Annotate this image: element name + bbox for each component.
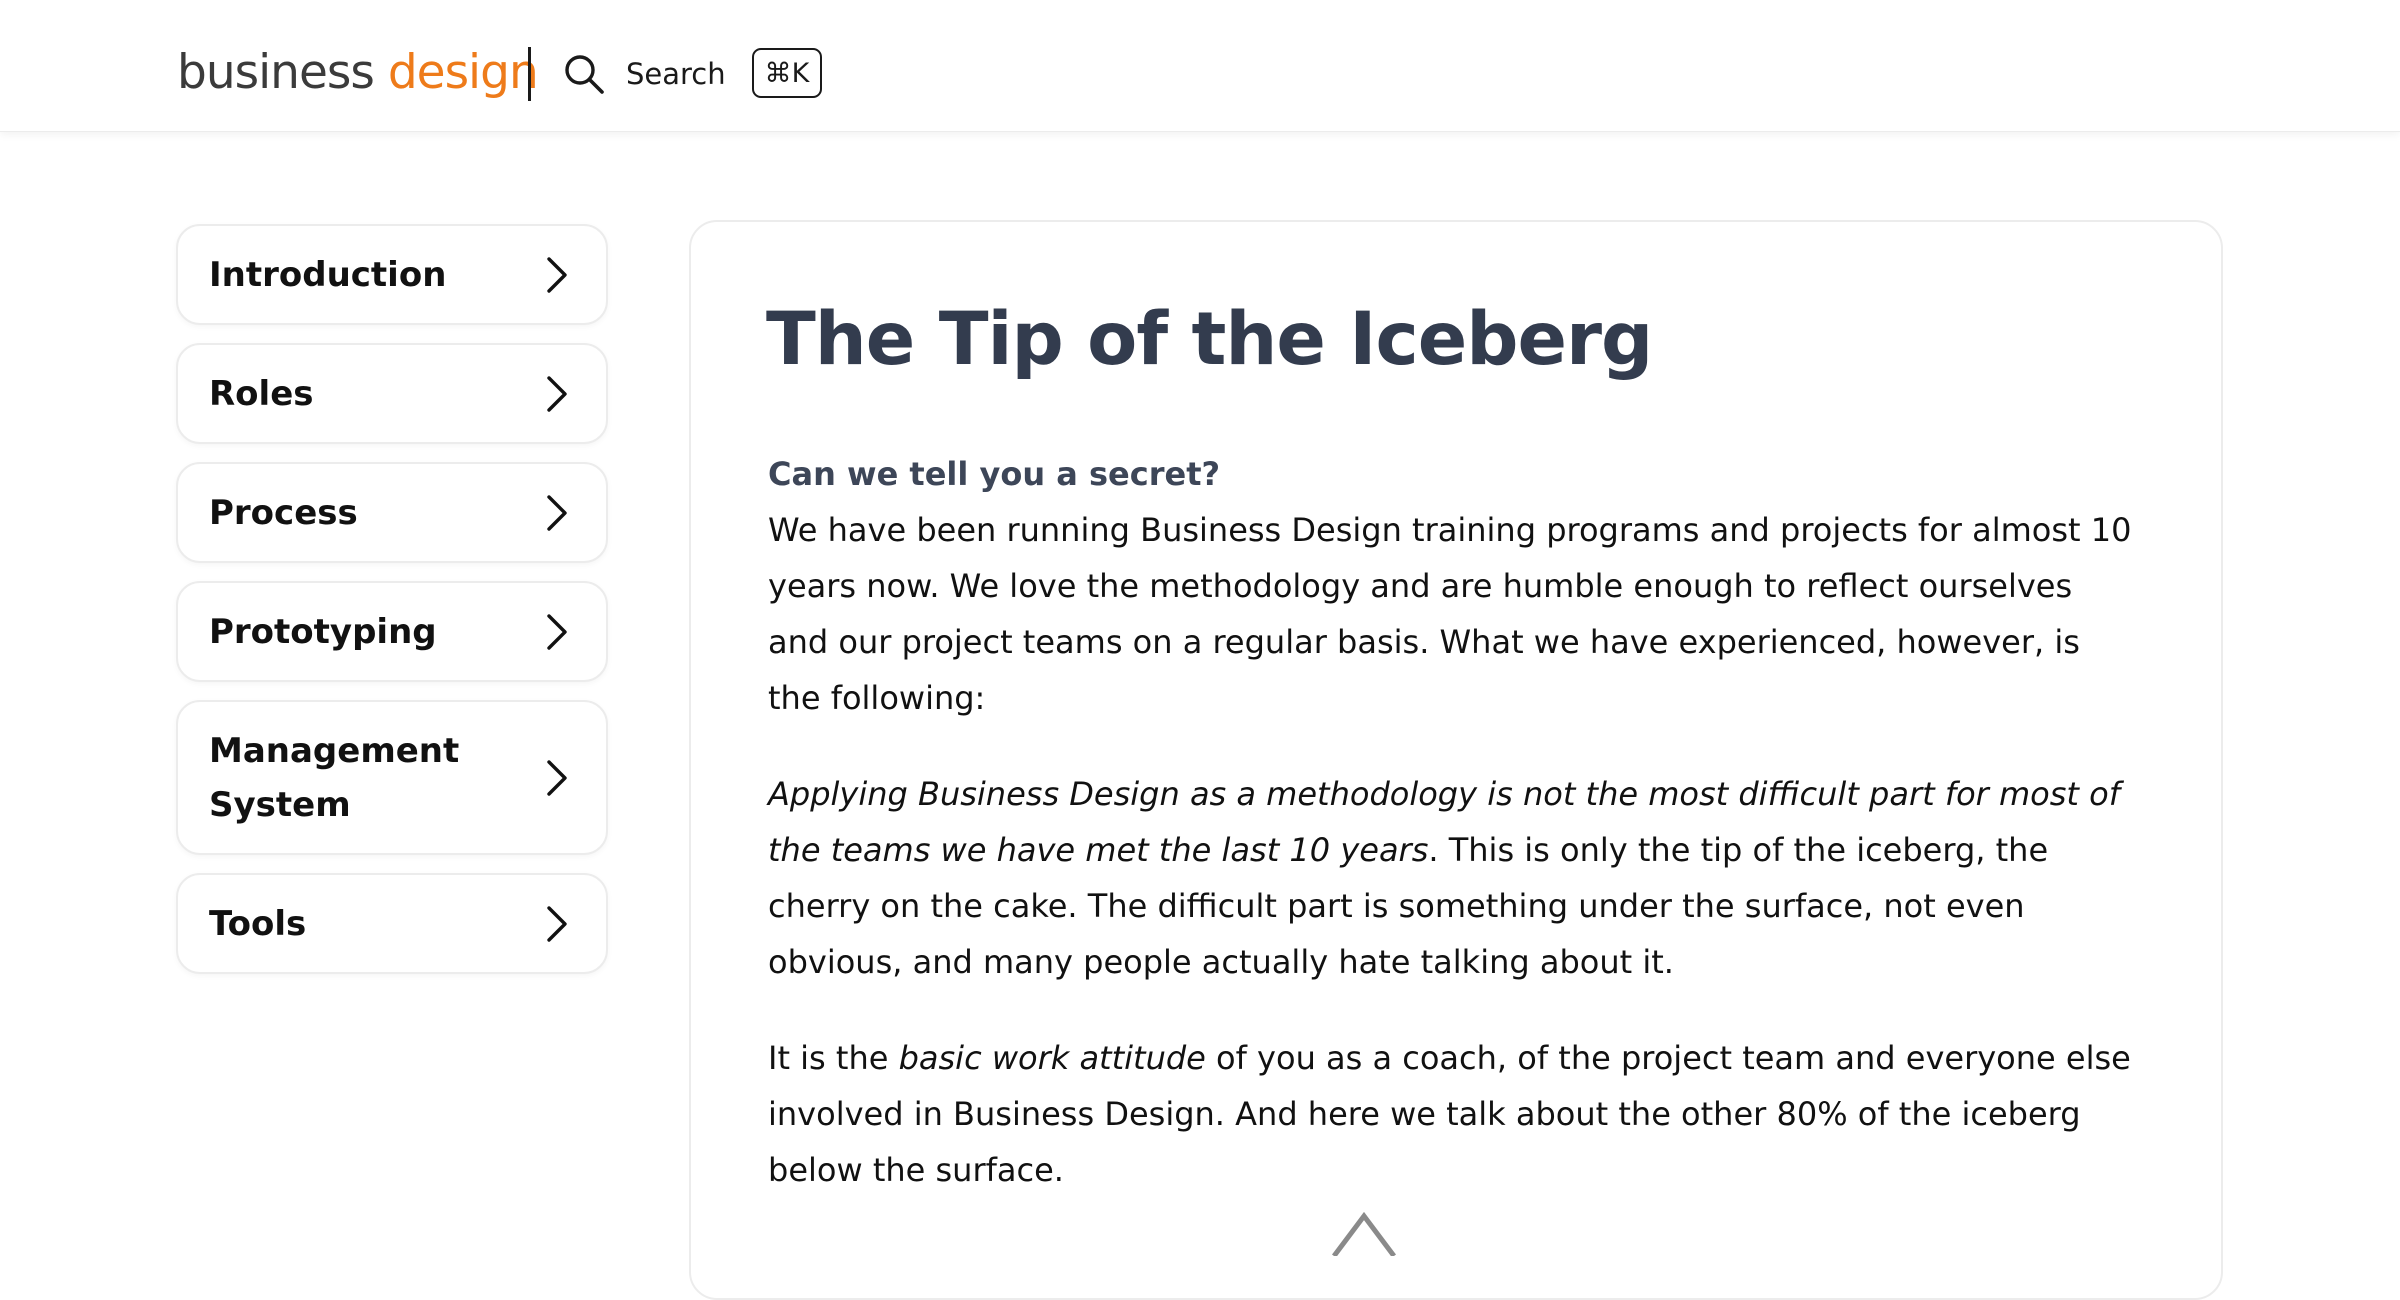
sidebar-item-label: Prototyping bbox=[209, 611, 437, 652]
search-shortcut-badge[interactable]: ⌘K bbox=[752, 48, 822, 98]
sidebar-item-label: Process bbox=[209, 492, 358, 533]
page-title: The Tip of the Iceberg bbox=[766, 297, 1653, 382]
sidebar-item-label: Roles bbox=[209, 373, 314, 414]
article-paragraph-3: It is the basic work attitude of you as … bbox=[768, 1030, 2138, 1198]
header-divider bbox=[528, 47, 531, 101]
sidebar-item-process[interactable]: Process bbox=[176, 462, 608, 563]
chevron-right-icon bbox=[547, 256, 567, 293]
logo-text-design: design bbox=[387, 45, 539, 100]
logo[interactable]: business design bbox=[177, 44, 539, 102]
sidebar-item-introduction[interactable]: Introduction bbox=[176, 224, 608, 325]
logo-text-business: business bbox=[177, 45, 375, 100]
search-icon bbox=[565, 55, 604, 94]
chevron-right-icon bbox=[547, 613, 567, 650]
chevron-right-icon bbox=[547, 375, 567, 412]
paragraph-text: It is the bbox=[768, 1039, 899, 1077]
sidebar-item-tools[interactable]: Tools bbox=[176, 873, 608, 974]
search-label: Search bbox=[626, 57, 726, 91]
sidebar-item-roles[interactable]: Roles bbox=[176, 343, 608, 444]
chevron-right-icon bbox=[547, 759, 567, 796]
sidebar-item-label: Management System bbox=[209, 730, 460, 825]
sidebar-item-prototyping[interactable]: Prototyping bbox=[176, 581, 608, 682]
iceberg-illustration bbox=[1332, 1211, 1396, 1256]
article-paragraph-2: Applying Business Design as a methodolog… bbox=[768, 766, 2138, 990]
article-paragraph-1: We have been running Business Design tra… bbox=[768, 511, 2132, 717]
chevron-right-icon bbox=[547, 494, 567, 531]
search-button[interactable]: Search bbox=[562, 46, 730, 102]
chevron-right-icon bbox=[547, 905, 567, 942]
sidebar-nav: Introduction Roles Process Prototyping M… bbox=[176, 224, 608, 992]
sidebar-item-label: Tools bbox=[209, 903, 307, 944]
top-header: business design Search ⌘K bbox=[0, 0, 2400, 132]
paragraph-emphasis: basic work attitude bbox=[898, 1039, 1206, 1077]
article-body: Can we tell you a secret? We have been r… bbox=[768, 446, 2138, 1198]
article-lead: Can we tell you a secret? bbox=[768, 455, 1221, 493]
sidebar-item-management-system[interactable]: Management System bbox=[176, 700, 608, 855]
sidebar-item-label: Introduction bbox=[209, 254, 447, 295]
